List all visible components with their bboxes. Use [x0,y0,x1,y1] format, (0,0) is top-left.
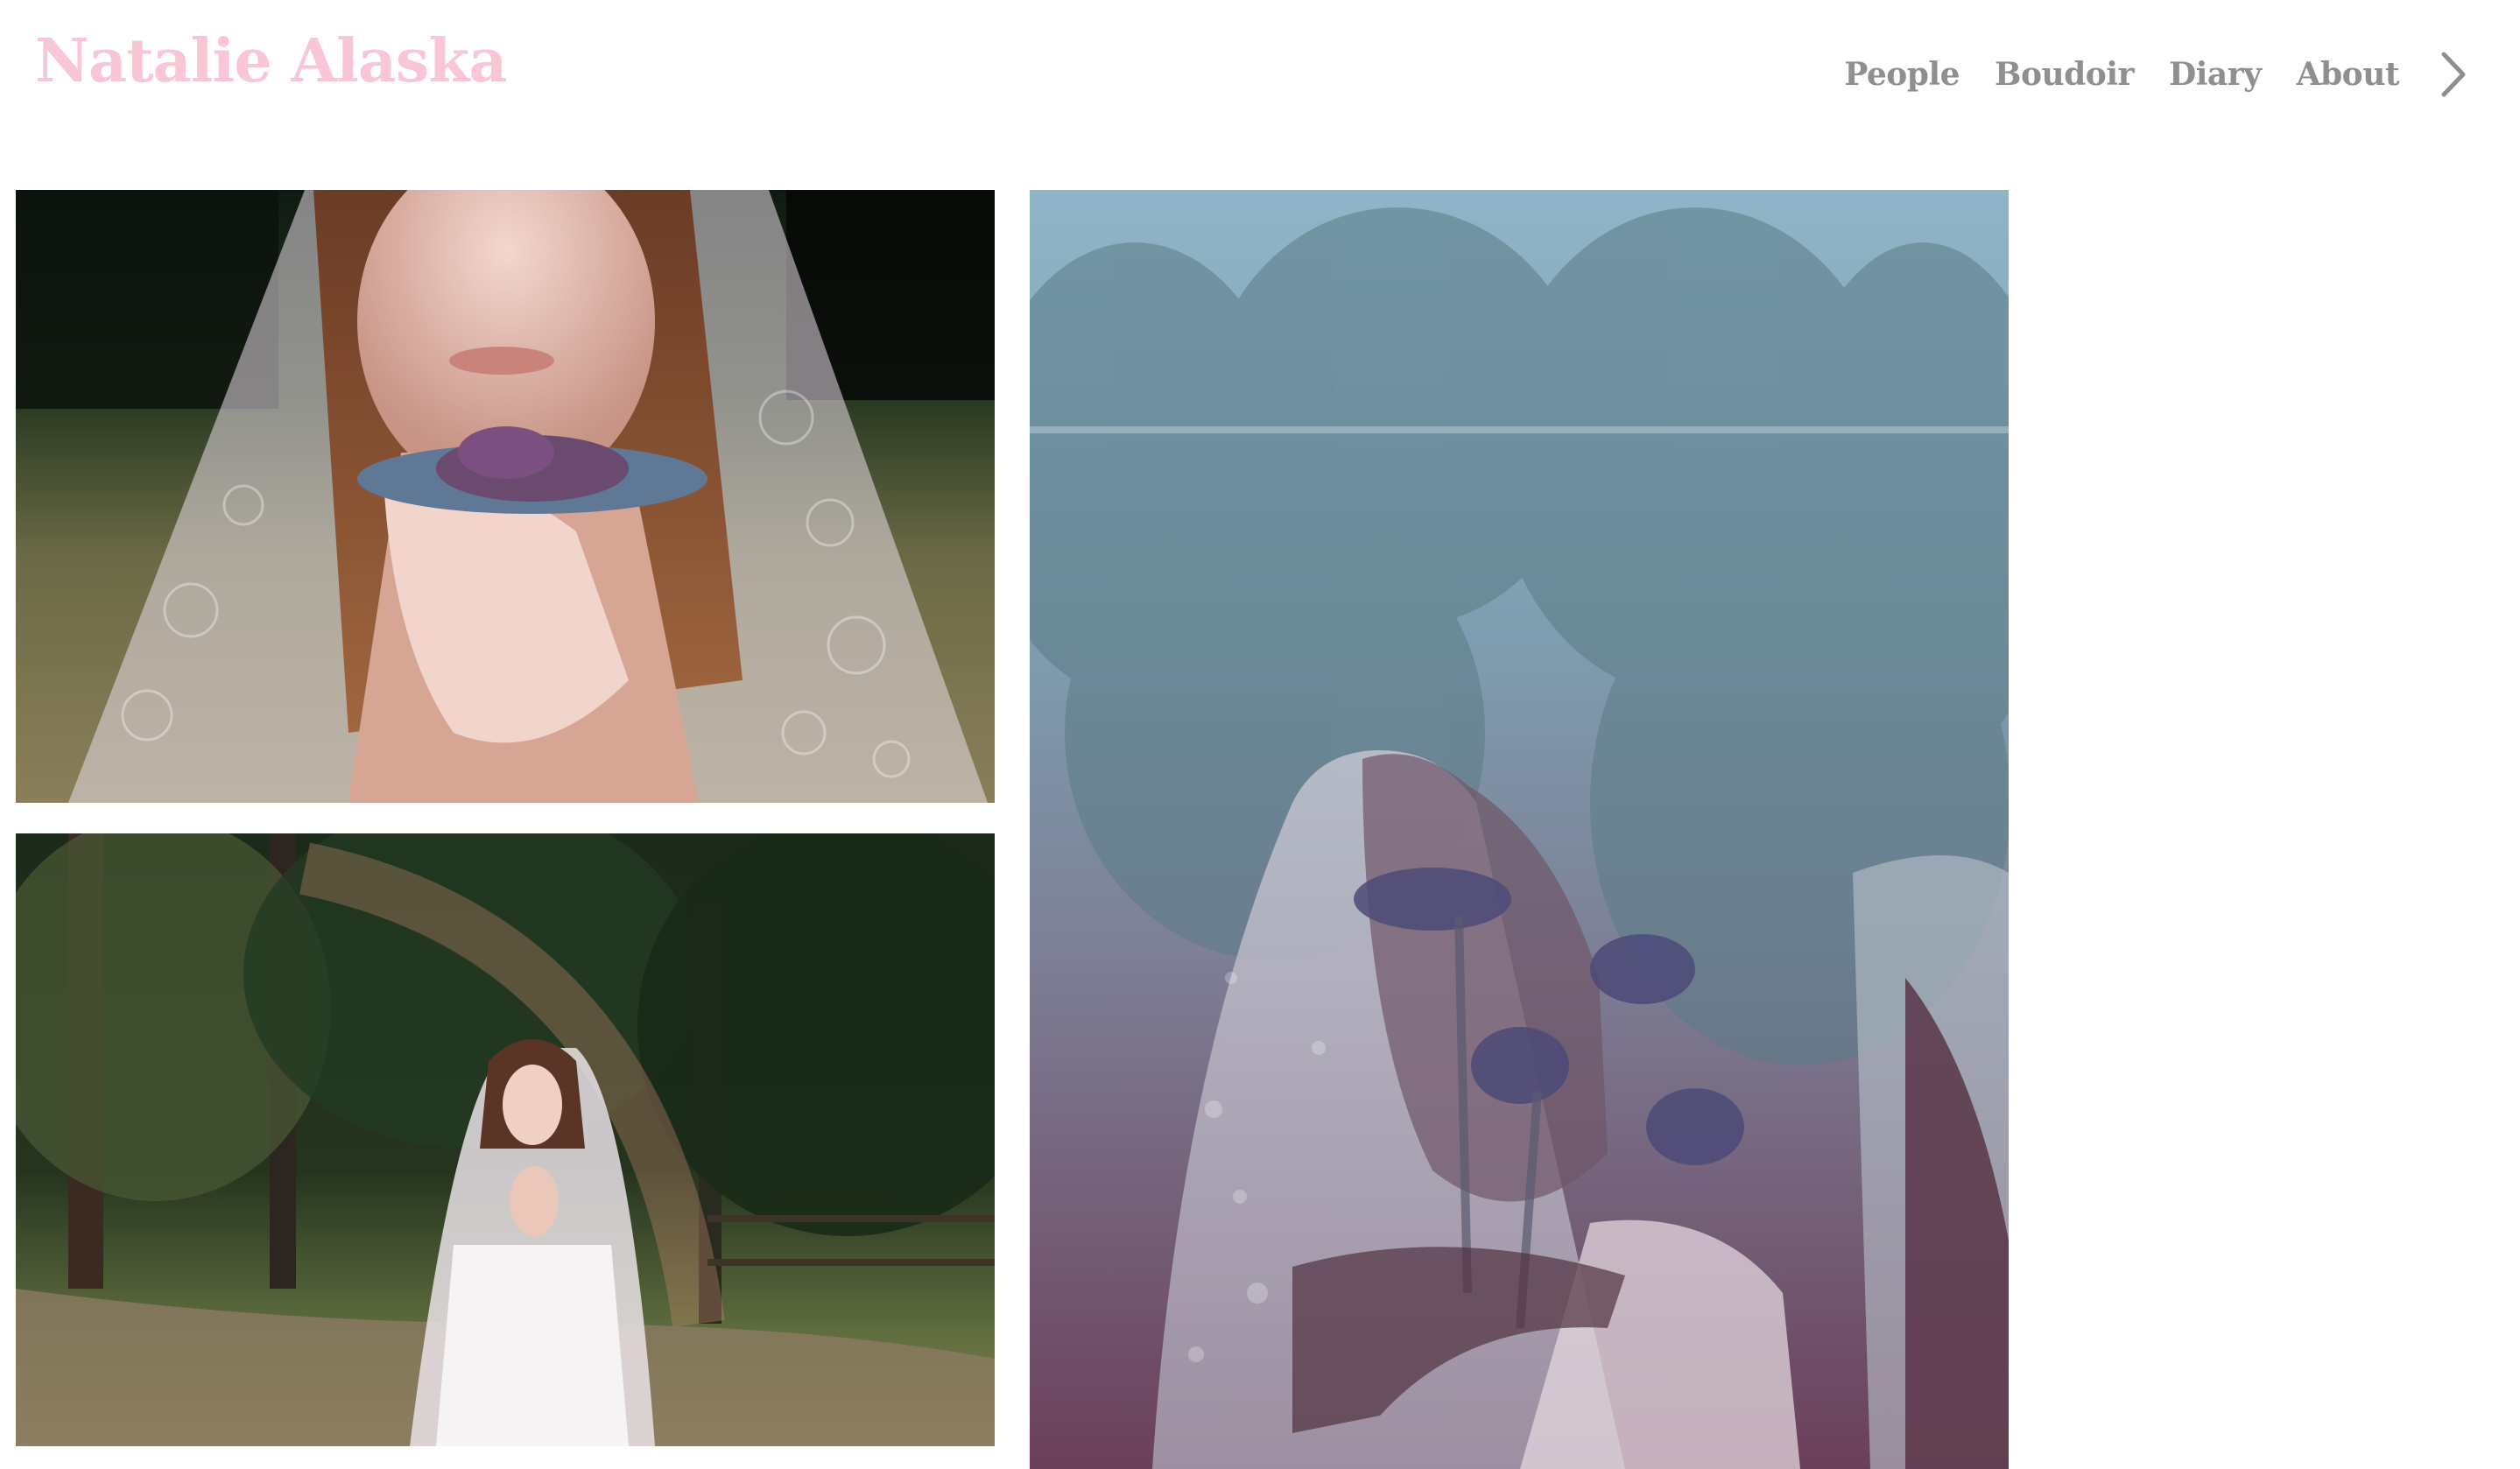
nav-item-boudoir[interactable]: Boudoir [1995,56,2134,93]
nav-item-diary[interactable]: Diary [2169,56,2262,93]
site-header: Natalie Alaska People Boudoir Diary Abou… [0,0,2520,149]
main-nav: People Boudoir Diary About [1844,44,2473,105]
photo-veiled-woman-flower-closeup [16,190,995,803]
nav-item-people[interactable]: People [1844,56,1960,93]
gallery-photo[interactable] [16,190,995,803]
gallery-photo[interactable] [1030,190,2009,1469]
photo-double-exposure [1030,190,2009,1469]
nav-item-about[interactable]: About [2297,56,2400,93]
photo-veiled-woman-forest [16,833,995,1446]
site-title[interactable]: Natalie Alaska [35,26,507,96]
gallery-photo[interactable] [16,833,995,1446]
chevron-right-icon[interactable] [2434,48,2473,101]
